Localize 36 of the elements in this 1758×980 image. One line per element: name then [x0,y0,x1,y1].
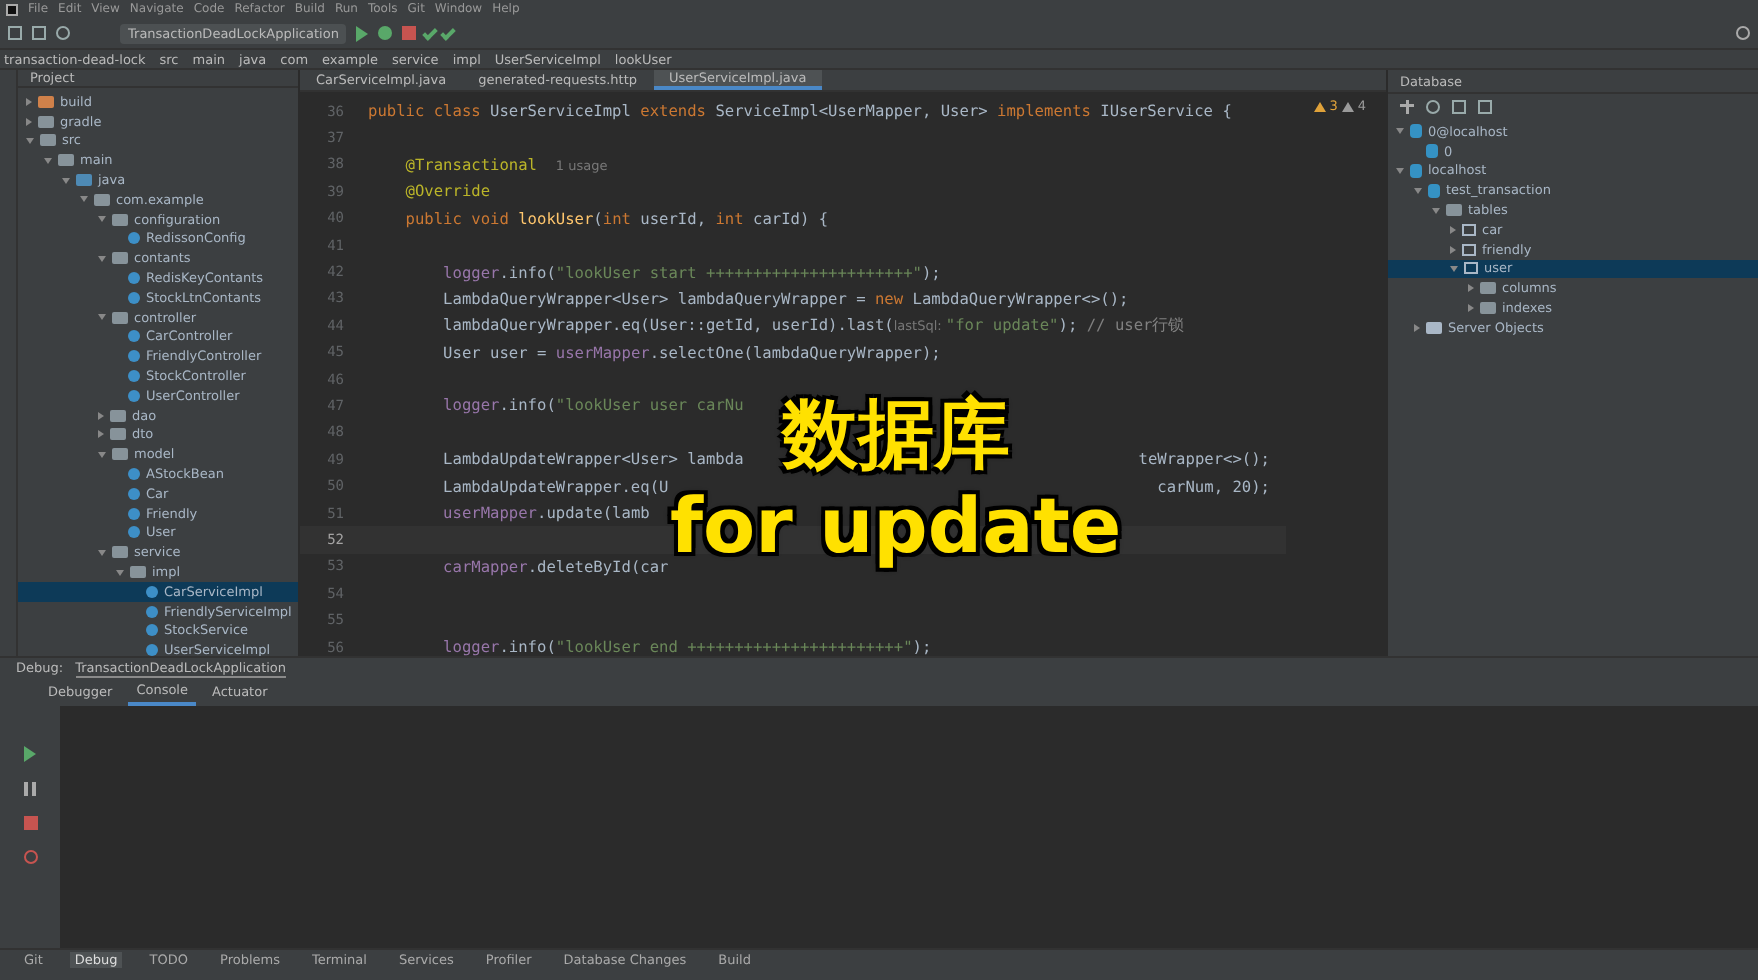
caret-icon[interactable] [1432,207,1440,214]
resume-icon[interactable] [24,746,36,762]
caret-icon[interactable] [44,157,52,164]
caret-icon[interactable] [1450,245,1456,254]
class-icon [128,232,140,245]
caret-icon[interactable] [98,451,106,458]
debug-icon[interactable] [378,26,393,40]
caret-icon[interactable] [98,411,104,420]
warning-icon[interactable] [1341,102,1354,112]
caret-icon[interactable] [1468,284,1474,293]
caret-icon[interactable] [1396,128,1404,135]
breakpoint-icon[interactable] [23,850,37,864]
warning-icon[interactable] [1313,102,1326,112]
caret-icon[interactable] [1396,167,1404,174]
add-icon[interactable] [1400,99,1414,113]
caret-icon[interactable] [98,255,106,262]
caret-icon[interactable] [1414,187,1422,194]
caret-icon[interactable] [1450,225,1456,234]
caret-icon[interactable] [1414,323,1420,332]
stop-icon[interactable] [402,26,417,40]
caret-icon[interactable] [98,216,106,223]
caret-icon[interactable] [62,177,70,184]
caret-icon[interactable] [116,569,124,576]
run-icon[interactable] [356,25,369,41]
caret-icon[interactable] [26,97,32,106]
caret-icon[interactable] [98,430,104,439]
stop-icon[interactable] [23,816,37,830]
caret-icon[interactable] [80,196,88,203]
caret-icon[interactable] [1468,304,1474,313]
pause-icon[interactable] [24,782,36,796]
caret-icon[interactable] [98,314,106,321]
caret-icon[interactable] [98,549,106,556]
app-logo-icon [6,3,18,15]
caret-icon[interactable] [26,117,32,126]
caret-icon[interactable] [26,137,34,144]
caret-icon[interactable] [1450,265,1458,272]
